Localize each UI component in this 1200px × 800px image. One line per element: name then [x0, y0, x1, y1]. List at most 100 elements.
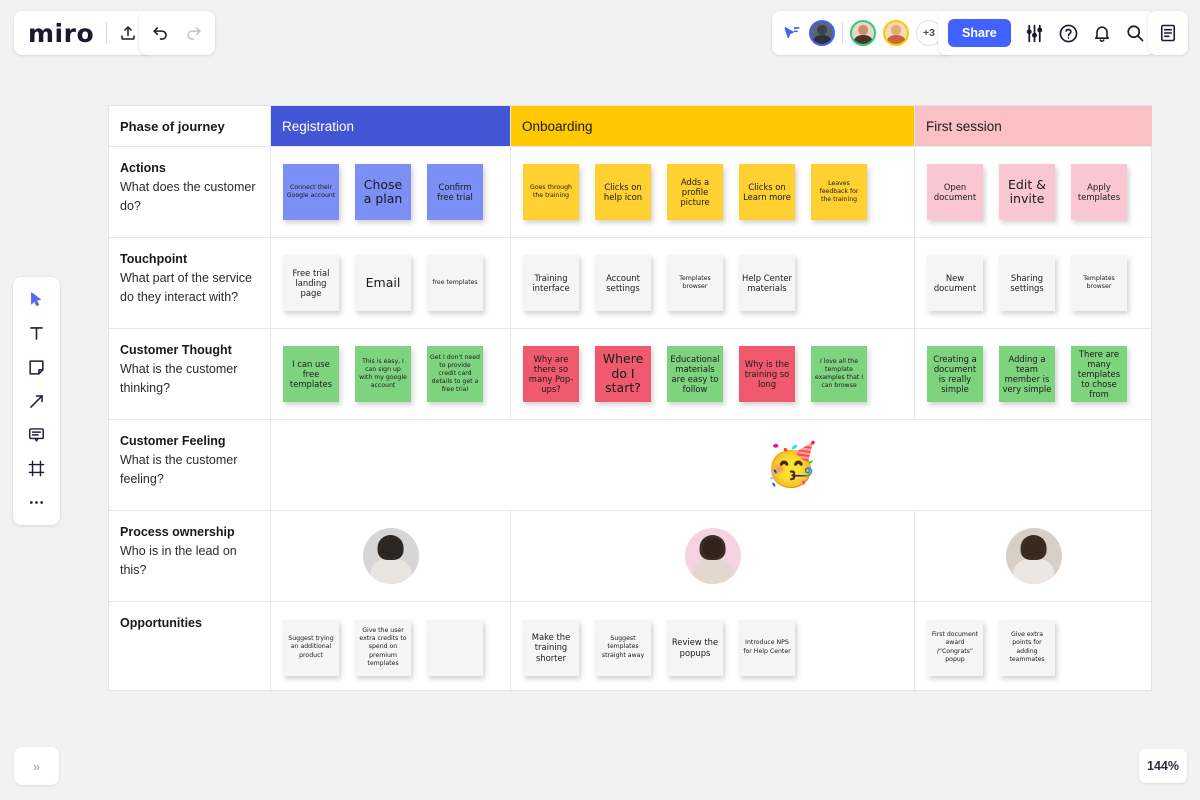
sticky-note[interactable]: Introduce NPS for Help Center	[739, 619, 795, 676]
phase-header-onboarding[interactable]: Onboarding	[511, 106, 915, 146]
sticky-note[interactable]: Email	[355, 255, 411, 311]
arrow-tool[interactable]	[22, 389, 52, 413]
sticky-note-text: Training interface	[532, 272, 570, 293]
comment-tool[interactable]	[22, 423, 52, 447]
more-tools[interactable]	[22, 490, 52, 514]
sticky-note-text: Educational materials are easy to follow	[670, 353, 720, 395]
select-tool[interactable]	[22, 288, 52, 312]
sticky-note[interactable]: Goes through the training	[523, 164, 579, 220]
sticky-note-text: Goes through the training	[530, 183, 572, 199]
sticky-note[interactable]: Adds a profile picture	[667, 164, 723, 220]
phase-header-registration[interactable]: Registration	[271, 106, 511, 146]
search-icon[interactable]	[1125, 23, 1145, 43]
text-tool[interactable]	[22, 322, 52, 346]
sticky-note-text: Free trial landing page	[292, 267, 330, 299]
sticky-note-text: Why is the training so long	[744, 358, 790, 390]
sticky-note[interactable]: Educational materials are easy to follow	[667, 346, 723, 402]
sticky-note[interactable]: Make the training shorter	[523, 619, 579, 676]
row-cell-onboarding: Training interface Account settings Templa…	[511, 238, 915, 328]
sticky-note[interactable]: Chose a plan	[355, 164, 411, 220]
sticky-note[interactable]: free templates	[427, 255, 483, 311]
sticky-note[interactable]: Suggest templates straight away	[595, 619, 651, 676]
sticky-note[interactable]: I can use free templates	[283, 346, 339, 402]
row-subtitle: What is the customer thinking?	[120, 362, 238, 395]
undo-icon[interactable]	[151, 24, 170, 43]
presence-group: +3	[772, 11, 952, 55]
sticky-note[interactable]: Templates browser	[1071, 255, 1127, 311]
sticky-note[interactable]: Why is the training so long	[739, 346, 795, 402]
sticky-note[interactable]: Confirm free trial	[427, 164, 483, 220]
miro-logo[interactable]: miro	[28, 21, 94, 46]
sticky-note[interactable]: Help Center materials	[739, 255, 795, 311]
miro-board-app: miro +3 Share Phase of journey Registrat…	[0, 0, 1200, 800]
sticky-note-text: Open document	[933, 181, 977, 202]
left-toolbar	[13, 277, 60, 525]
sticky-note[interactable]: Free trial landing page	[283, 255, 339, 311]
sticky-note[interactable]: Sharing settings	[999, 255, 1055, 311]
share-button[interactable]: Share	[948, 19, 1011, 47]
sticky-note[interactable]: Clicks on help icon	[595, 164, 651, 220]
sticky-note-text: Help Center materials	[742, 272, 792, 293]
row-subtitle: What part of the service do they interac…	[120, 271, 253, 304]
row-label: Touchpoint What part of the service do th…	[109, 238, 271, 328]
bell-icon[interactable]	[1092, 23, 1112, 43]
sticky-note[interactable]: Where do I start?	[595, 346, 651, 402]
sticky-note-text: Edit & invite	[1008, 176, 1046, 206]
expand-panel-button[interactable]: »	[14, 747, 59, 785]
owner-avatar[interactable]	[362, 528, 419, 584]
sliders-icon[interactable]	[1024, 23, 1045, 44]
sticky-note[interactable]: Connect their Google account	[283, 164, 339, 220]
sticky-note-text: Where do I start?	[602, 351, 644, 396]
sticky-note[interactable]: Training interface	[523, 255, 579, 311]
avatar[interactable]	[850, 20, 876, 46]
notes-panel-icon[interactable]	[1158, 23, 1178, 43]
help-circle-icon[interactable]	[1058, 23, 1079, 44]
sticky-note[interactable]: Clicks on Learn more	[739, 164, 795, 220]
row-title: Opportunities	[120, 616, 202, 630]
sticky-note[interactable]: First document award /“Congrats” popup	[927, 619, 983, 676]
avatar[interactable]	[809, 20, 835, 46]
sticky-note[interactable]: Apply templates	[1071, 164, 1127, 220]
sticky-note-text: Suggest templates straight away	[601, 635, 645, 659]
redo-icon[interactable]	[184, 24, 203, 43]
undo-redo-group	[139, 11, 215, 55]
sticky-note[interactable]: Give extra points for adding teammates	[999, 619, 1055, 676]
avatar[interactable]	[883, 20, 909, 46]
sticky-note[interactable]: I love all the template examples that I …	[811, 346, 867, 402]
sticky-note[interactable]: New document	[927, 255, 983, 311]
zoom-level-indicator[interactable]: 144%	[1139, 749, 1187, 783]
owner-avatar[interactable]	[684, 528, 741, 584]
sticky-note[interactable]: Creating a document is really simple	[927, 346, 983, 402]
owner-avatar[interactable]	[1005, 528, 1062, 584]
sticky-note-text: Get I don't need to provide credit card …	[430, 353, 480, 394]
sticky-note-text: Creating a document is really simple	[933, 353, 977, 395]
row-cell-registration	[271, 511, 511, 601]
sticky-note[interactable]: Account settings	[595, 255, 651, 311]
sticky-note[interactable]: Why are there so many Pop-ups?	[523, 346, 579, 402]
sticky-note[interactable]: Edit & invite	[999, 164, 1055, 220]
sticky-note-text: Give the user extra credits to spend on …	[359, 627, 407, 667]
feeling-emoji[interactable]: 🥳	[765, 444, 817, 486]
sticky-note[interactable]: Adding a team member is very simple	[999, 346, 1055, 402]
row-cell-onboarding: Why are there so many Pop-ups? Where do I…	[511, 329, 915, 419]
sticky-note[interactable]: This is easy, I can sign up with my goog…	[355, 346, 411, 402]
sticky-note[interactable]: Suggest trying an additional product	[283, 619, 339, 676]
sticky-note[interactable]: Open document	[927, 164, 983, 220]
sticky-note-text: Connect their Google account	[286, 183, 336, 199]
sticky-note-tool[interactable]	[22, 355, 52, 379]
cursor-share-icon[interactable]	[782, 23, 802, 43]
sticky-note[interactable]: Leaves feedback for the training	[811, 164, 867, 220]
sticky-note[interactable]	[427, 619, 483, 676]
sticky-note[interactable]: Templates browser	[667, 255, 723, 311]
sticky-note[interactable]: Review the popups	[667, 619, 723, 676]
board-row: Customer Thought What is the customer thi…	[109, 328, 1151, 419]
sticky-note[interactable]: Give the user extra credits to spend on …	[355, 619, 411, 676]
frame-tool[interactable]	[22, 457, 52, 481]
sticky-note[interactable]: Get I don't need to provide credit card …	[427, 346, 483, 402]
sticky-note[interactable]: There are many templates to chose from	[1071, 346, 1127, 402]
board-row: Actions What does the customer do? Connect…	[109, 146, 1151, 237]
phase-header-first-session[interactable]: First session	[915, 106, 1152, 146]
board-row: Touchpoint What part of the service do th…	[109, 237, 1151, 328]
customer-journey-map[interactable]: Phase of journey Registration Onboarding…	[108, 105, 1152, 693]
upload-icon[interactable]	[119, 24, 137, 42]
